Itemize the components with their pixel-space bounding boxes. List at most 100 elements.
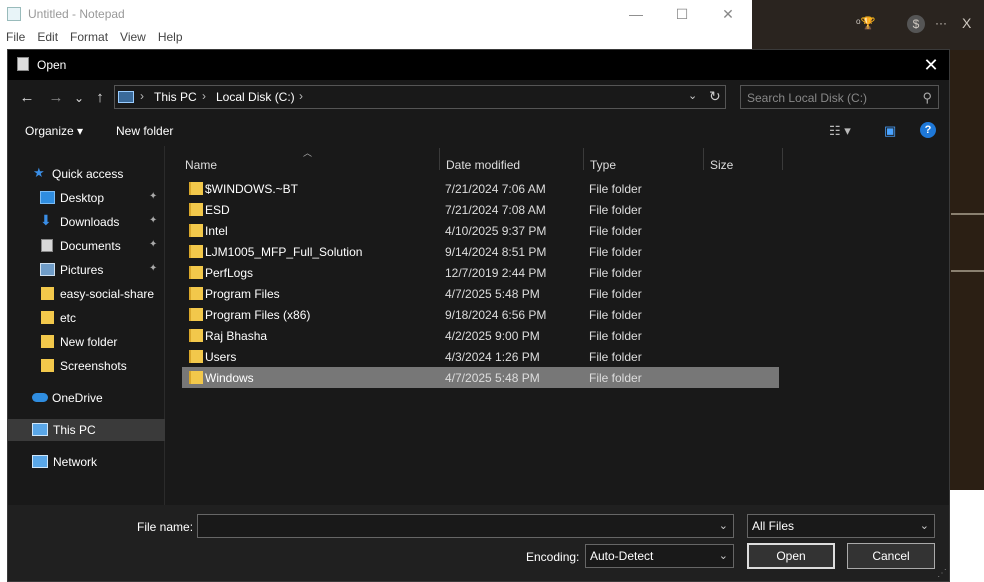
column-header-name[interactable]: Name xyxy=(185,158,217,172)
file-type: File folder xyxy=(589,329,642,343)
sidebar-item-label: etc xyxy=(60,311,77,325)
column-header-type[interactable]: Type xyxy=(590,158,616,172)
file-row[interactable]: Program Files 4/7/2025 5:48 PM File fold… xyxy=(182,283,779,304)
sidebar-item-label: Quick access xyxy=(52,167,124,181)
sidebar-item-quick-access[interactable]: ★ Quick access xyxy=(8,163,165,185)
file-name: PerfLogs xyxy=(205,266,254,280)
breadcrumb-separator[interactable]: › xyxy=(299,89,303,103)
minimize-button[interactable]: — xyxy=(626,4,646,24)
file-row[interactable]: Program Files (x86) 9/18/2024 6:56 PM Fi… xyxy=(182,304,779,325)
sidebar-item-this-pc[interactable]: This PC xyxy=(8,419,165,441)
app-close-icon[interactable]: X xyxy=(962,15,971,31)
maximize-button[interactable]: ☐ xyxy=(672,4,692,24)
file-name-field[interactable]: ⌄ xyxy=(197,514,734,538)
encoding-select[interactable]: Auto-Detect ⌄ xyxy=(585,544,734,568)
trophy-icon[interactable]: ᵒ🏆 xyxy=(856,16,875,30)
chevron-down-icon[interactable]: ⌄ xyxy=(719,519,728,532)
background-app-blank xyxy=(951,490,984,582)
search-icon[interactable]: ⚲ xyxy=(922,90,932,106)
breadcrumb-separator[interactable]: › xyxy=(140,89,144,103)
column-divider[interactable] xyxy=(439,148,440,170)
coin-icon[interactable]: $ xyxy=(907,15,925,33)
column-divider[interactable] xyxy=(703,148,704,170)
close-button[interactable]: ✕ xyxy=(718,4,738,24)
column-divider[interactable] xyxy=(583,148,584,170)
sidebar-item-easy-social-share[interactable]: easy-social-share xyxy=(8,283,165,305)
menu-view[interactable]: View xyxy=(114,30,152,48)
column-header-date[interactable]: Date modified xyxy=(446,158,520,172)
column-header-size[interactable]: Size xyxy=(710,158,733,172)
address-bar[interactable]: › This PC › Local Disk (C:) › ⌄ ↻ xyxy=(114,85,726,109)
chevron-down-icon[interactable]: ⌄ xyxy=(688,89,697,102)
file-name: ESD xyxy=(205,203,230,217)
sidebar-item-downloads[interactable]: ⬇ Downloads ✦ xyxy=(8,211,165,233)
file-row[interactable]: Users 4/3/2024 1:26 PM File folder xyxy=(182,346,779,367)
file-name: Intel xyxy=(205,224,228,238)
desktop-icon xyxy=(40,191,55,204)
recent-locations-button[interactable]: ⌄ xyxy=(70,89,88,107)
encoding-label: Encoding: xyxy=(526,550,580,564)
folder-icon xyxy=(41,287,54,300)
file-type: File folder xyxy=(589,245,642,259)
menu-edit[interactable]: Edit xyxy=(31,30,64,48)
file-row[interactable]: $WINDOWS.~BT 7/21/2024 7:06 AM File fold… xyxy=(182,178,779,199)
notepad-icon xyxy=(7,7,21,21)
menu-help[interactable]: Help xyxy=(152,30,189,48)
sidebar-item-network[interactable]: Network xyxy=(8,451,165,473)
close-icon[interactable]: ✕ xyxy=(921,54,941,76)
sidebar-item-documents[interactable]: Documents ✦ xyxy=(8,235,165,257)
chevron-down-icon[interactable]: ⌄ xyxy=(719,549,728,562)
help-icon[interactable]: ? xyxy=(920,122,936,138)
resize-grip-icon[interactable]: ⋰ xyxy=(937,568,947,579)
sort-ascending-icon: ︿ xyxy=(303,148,313,158)
file-type: File folder xyxy=(589,308,642,322)
folder-icon xyxy=(189,203,203,216)
search-box[interactable]: Search Local Disk (C:) ⚲ xyxy=(740,85,939,109)
new-folder-button[interactable]: New folder xyxy=(116,124,173,138)
navigation-bar: ← → ⌄ ↑ › This PC › Local Disk (C:) › ⌄ … xyxy=(8,80,949,116)
file-name: LJM1005_MFP_Full_Solution xyxy=(205,245,363,259)
file-row[interactable]: Raj Bhasha 4/2/2025 9:00 PM File folder xyxy=(182,325,779,346)
file-type: File folder xyxy=(589,287,642,301)
sidebar-item-new-folder[interactable]: New folder xyxy=(8,331,165,353)
file-row[interactable]: Intel 4/10/2025 9:37 PM File folder xyxy=(182,220,779,241)
file-name: Program Files xyxy=(205,287,280,301)
documents-icon xyxy=(41,239,53,252)
preview-pane-icon[interactable]: ▣ xyxy=(884,123,896,139)
sidebar-item-label: Pictures xyxy=(60,263,104,277)
sidebar-item-desktop[interactable]: Desktop ✦ xyxy=(8,187,165,209)
menu-format[interactable]: Format xyxy=(64,30,114,48)
open-button[interactable]: Open xyxy=(747,543,835,569)
file-type: File folder xyxy=(589,224,642,238)
file-row-selected[interactable]: Windows 4/7/2025 5:48 PM File folder xyxy=(182,367,779,388)
breadcrumb-local-disk[interactable]: Local Disk (C:) xyxy=(216,90,295,104)
menu-file[interactable]: File xyxy=(0,30,31,48)
file-row[interactable]: LJM1005_MFP_Full_Solution 9/14/2024 8:51… xyxy=(182,241,779,262)
refresh-icon[interactable]: ↻ xyxy=(709,88,721,105)
up-button[interactable]: ↑ xyxy=(91,89,109,107)
sidebar-item-label: OneDrive xyxy=(52,391,103,405)
chevron-down-icon[interactable]: ⌄ xyxy=(920,519,929,532)
folder-icon xyxy=(189,182,203,195)
breadcrumb-separator[interactable]: › xyxy=(202,89,206,103)
file-date: 4/7/2025 5:48 PM xyxy=(445,287,540,301)
sidebar-item-pictures[interactable]: Pictures ✦ xyxy=(8,259,165,281)
file-type-select[interactable]: All Files ⌄ xyxy=(747,514,935,538)
file-row[interactable]: ESD 7/21/2024 7:08 AM File folder xyxy=(182,199,779,220)
forward-button[interactable]: → xyxy=(47,89,65,107)
sidebar-item-screenshots[interactable]: Screenshots xyxy=(8,355,165,377)
search-input[interactable]: Search Local Disk (C:) xyxy=(747,91,867,105)
more-icon[interactable]: ··· xyxy=(935,16,947,30)
file-date: 4/10/2025 9:37 PM xyxy=(445,224,547,238)
file-row[interactable]: PerfLogs 12/7/2019 2:44 PM File folder xyxy=(182,262,779,283)
sidebar-item-etc[interactable]: etc xyxy=(8,307,165,329)
organize-button[interactable]: Organize ▾ xyxy=(25,124,83,138)
file-name: Raj Bhasha xyxy=(205,329,268,343)
column-divider[interactable] xyxy=(782,148,783,170)
file-name: $WINDOWS.~BT xyxy=(205,182,299,196)
view-options-icon[interactable]: ☷ ▾ xyxy=(829,123,851,139)
back-button[interactable]: ← xyxy=(18,89,36,107)
cancel-button[interactable]: Cancel xyxy=(847,543,935,569)
sidebar-item-onedrive[interactable]: OneDrive xyxy=(8,387,165,409)
breadcrumb-this-pc[interactable]: This PC xyxy=(154,90,197,104)
